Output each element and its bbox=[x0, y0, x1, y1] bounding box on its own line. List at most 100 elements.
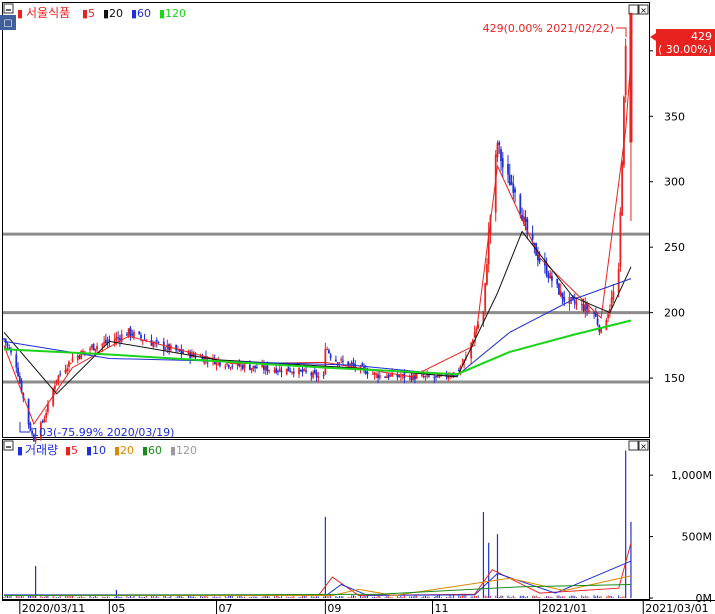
candle-body bbox=[363, 367, 365, 369]
candle-body bbox=[104, 339, 107, 343]
price-panel-minimize-icon[interactable] bbox=[3, 3, 14, 14]
price-panel-maximize-icon[interactable] bbox=[628, 4, 639, 15]
candle-body bbox=[129, 327, 132, 336]
candle-body bbox=[605, 320, 608, 330]
candle-body bbox=[41, 421, 44, 423]
candle-body bbox=[531, 234, 534, 240]
candle-body bbox=[426, 374, 429, 377]
candle-body bbox=[278, 368, 281, 372]
candle-body bbox=[435, 376, 437, 378]
candle-body bbox=[559, 290, 562, 297]
candle-body bbox=[3, 338, 5, 340]
x-tick-label: 2021/03/01 bbox=[645, 602, 708, 614]
legend-vma-5: 5 bbox=[71, 444, 78, 457]
candle-body bbox=[617, 268, 620, 293]
candle-body bbox=[29, 423, 32, 431]
candle-body bbox=[501, 158, 504, 168]
volume-panel-frame bbox=[2, 439, 650, 600]
candle-body bbox=[350, 362, 353, 365]
candle-body bbox=[227, 365, 230, 368]
candle-body bbox=[182, 351, 185, 354]
stock-title: 서울식품 bbox=[26, 6, 70, 20]
candle-body bbox=[252, 365, 255, 369]
candle-body bbox=[140, 335, 142, 339]
candle-body bbox=[338, 362, 341, 364]
candle-body bbox=[524, 217, 527, 222]
volume-y-axis: 0M500M1,000M bbox=[649, 469, 712, 605]
candle-body bbox=[241, 365, 244, 370]
candle-body bbox=[582, 304, 585, 311]
stock-chart: ☐ ▮서울식품▮5▮20▮60▮120 × 150200250300350400… bbox=[0, 2, 715, 614]
candle-body bbox=[250, 367, 253, 371]
candle-body bbox=[512, 183, 515, 193]
close-glyph: × bbox=[640, 442, 647, 451]
candle-body bbox=[335, 359, 337, 361]
candle-body bbox=[373, 372, 376, 376]
x-tick-label: 07 bbox=[218, 602, 232, 614]
legend-bar-icon: ▮ bbox=[17, 7, 23, 20]
candle-body bbox=[298, 368, 300, 375]
legend-ma-120: 120 bbox=[165, 7, 186, 20]
legend-ma-60: 60 bbox=[137, 7, 151, 20]
candle-body bbox=[89, 348, 91, 351]
legend-bar-icon: ▮ bbox=[17, 444, 23, 457]
candle-body bbox=[322, 375, 325, 377]
candle-body bbox=[415, 375, 418, 379]
candle-body bbox=[315, 372, 318, 378]
candle-body bbox=[45, 413, 48, 418]
candle-body bbox=[138, 331, 141, 334]
candle-body bbox=[312, 372, 314, 378]
candle-body bbox=[263, 365, 265, 370]
candle-body bbox=[226, 363, 228, 365]
candle-body bbox=[596, 318, 599, 325]
candle-body bbox=[580, 303, 583, 306]
price-y-axis: 150200250300350400 bbox=[649, 45, 685, 385]
candle-body bbox=[547, 275, 550, 279]
candle-body bbox=[289, 371, 292, 373]
candle-body bbox=[287, 366, 290, 372]
candle-body bbox=[575, 302, 578, 305]
candle-body bbox=[470, 342, 473, 359]
candle-body bbox=[243, 364, 246, 369]
high-annotation: 429(0.00% 2021/02/22) bbox=[483, 22, 614, 35]
candle-body bbox=[55, 379, 58, 384]
y-tick-label: 200 bbox=[664, 307, 685, 320]
candle-body bbox=[593, 312, 595, 314]
candle-body bbox=[551, 276, 553, 281]
x-tick-label: 11 bbox=[435, 602, 449, 614]
candle-body bbox=[326, 348, 329, 350]
x-tick-label: 05 bbox=[111, 602, 125, 614]
candle-body bbox=[556, 278, 559, 285]
candle-body bbox=[231, 366, 234, 368]
candle-body bbox=[96, 346, 98, 350]
candle-body bbox=[305, 370, 307, 372]
candle-body bbox=[117, 337, 120, 339]
candle-body bbox=[71, 358, 74, 362]
volume-panel-maximize-icon[interactable] bbox=[628, 440, 639, 451]
candle-body bbox=[438, 376, 441, 378]
candle-body bbox=[428, 375, 430, 377]
candle-body bbox=[310, 373, 313, 376]
candle-body bbox=[78, 356, 81, 358]
close-glyph: × bbox=[640, 6, 647, 15]
candle-body bbox=[624, 45, 627, 96]
candle-body bbox=[59, 373, 62, 375]
volume-panel-minimize-icon[interactable] bbox=[3, 440, 14, 451]
candle-body bbox=[43, 418, 46, 423]
candle-body bbox=[619, 211, 622, 267]
candle-body bbox=[133, 331, 135, 338]
y-tick-label: 300 bbox=[664, 176, 685, 189]
candle-body bbox=[587, 309, 590, 312]
candle-body bbox=[389, 374, 392, 377]
candle-body bbox=[115, 336, 118, 340]
y-tick-label: 500M bbox=[682, 531, 713, 544]
candle-body bbox=[612, 291, 615, 300]
legend-vma-120: 120 bbox=[176, 444, 197, 457]
candle-body bbox=[549, 273, 552, 279]
candle-body bbox=[324, 349, 327, 375]
candle-body bbox=[285, 368, 288, 375]
candle-body bbox=[248, 364, 251, 370]
candle-body bbox=[447, 376, 450, 379]
candle-body bbox=[399, 376, 402, 378]
candle-body bbox=[131, 333, 134, 336]
